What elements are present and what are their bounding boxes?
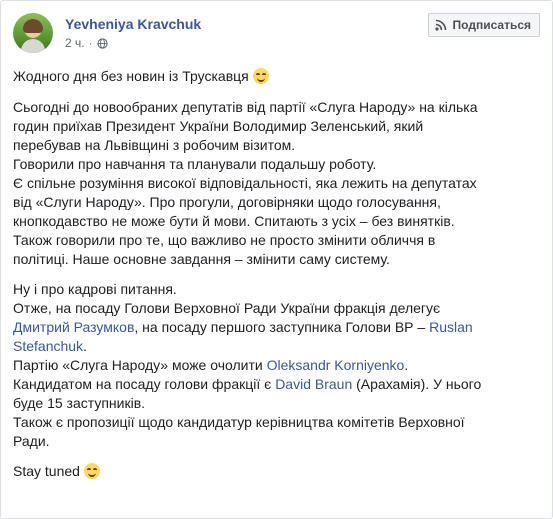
paragraph-visit: Сьогодні до новообраних депутатів від па… — [13, 98, 538, 269]
text-line: Також говорили про те, що важливо не про… — [13, 232, 436, 248]
text-line: Також є пропозиції щодо кандидатур керів… — [13, 414, 465, 430]
avatar-body — [21, 39, 45, 53]
paragraph-personnel: Ну і про кадрові питання. Отже, на посад… — [13, 280, 538, 451]
text-line: Сьогодні до новообраних депутатів від па… — [13, 99, 478, 115]
smiling-face-icon — [252, 68, 269, 84]
text-line: буде 15 заступників. — [13, 395, 146, 411]
author-avatar[interactable] — [13, 13, 53, 53]
text-fragment: Кандидатом на посаду голови фракції є — [13, 376, 276, 392]
text-line: від «Слуги Народу». Про прогули, договір… — [13, 194, 441, 210]
post-card: Yevheniya Kravchuk 2 ч. · Подписаться Жо… — [0, 0, 553, 519]
author-name[interactable]: Yevheniya Kravchuk — [65, 16, 201, 32]
text-fragment: . — [83, 338, 87, 354]
text-line: годин приїхав Президент України Володими… — [13, 118, 424, 134]
post-meta: 2 ч. · — [65, 36, 108, 50]
text-line: Ради. — [13, 433, 50, 449]
closing-line: Stay tuned — [13, 462, 538, 481]
subscribe-label: Подписаться — [452, 18, 531, 32]
post-body: Жодного дня без новин із Трускавця Сього… — [13, 67, 538, 481]
mention-razumkov[interactable]: Дмитрий Разумков — [13, 319, 134, 335]
subscribe-button[interactable]: Подписаться — [427, 13, 540, 37]
post-timestamp[interactable]: 2 ч. — [65, 36, 85, 50]
smiling-face-icon — [83, 463, 100, 479]
mention-braun[interactable]: David Braun — [275, 376, 352, 392]
post-header: Yevheniya Kravchuk 2 ч. · Подписаться — [13, 13, 540, 57]
meta-separator: · — [88, 36, 93, 50]
text-fragment: Партію «Слуга Народу» може очолити — [13, 357, 267, 373]
text-fragment: , на посаду першого заступника Голови ВР… — [134, 319, 430, 335]
globe-icon[interactable] — [96, 37, 108, 49]
text-line: Говорили про навчання та планували подал… — [13, 156, 377, 172]
rss-icon — [434, 19, 446, 31]
post-title-line: Жодного дня без новин із Трускавця — [13, 67, 538, 86]
text-line: Є спільне розуміння високої відповідальн… — [13, 175, 477, 191]
mention-stefanchuk-first[interactable]: Ruslan — [429, 319, 473, 335]
closing-text: Stay tuned — [13, 463, 80, 479]
mention-korniyenko[interactable]: Oleksandr Korniyenko — [267, 357, 405, 373]
text-line: Ну і про кадрові питання. — [13, 281, 177, 297]
text-line: кнопкодавство не може бути й мови. Спита… — [13, 213, 455, 229]
mention-stefanchuk-last[interactable]: Stefanchuk — [13, 338, 83, 354]
text-line: Отже, на посаду Голови Верховної Ради Ук… — [13, 300, 441, 316]
avatar-hair — [23, 19, 43, 33]
text-line: перебував на Львівщині з робочим візитом… — [13, 137, 296, 153]
text-fragment: (Арахамія). У нього — [352, 376, 482, 392]
title-text: Жодного дня без новин із Трускавця — [13, 68, 249, 84]
text-line: політиці. Наше основне завдання – змінит… — [13, 251, 390, 267]
text-fragment: . — [404, 357, 409, 373]
